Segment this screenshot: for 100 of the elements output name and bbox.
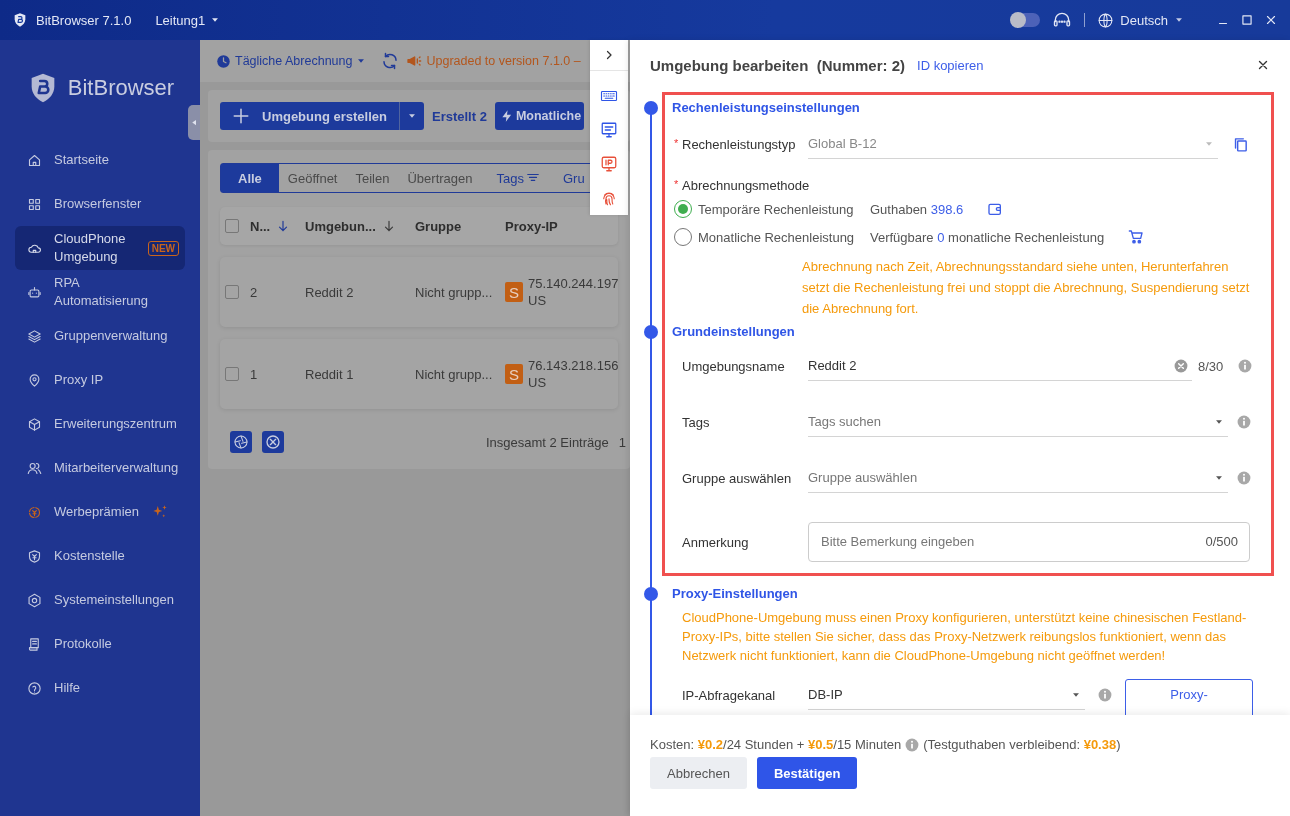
aperture-button[interactable] [230,431,252,453]
ip-monitor-icon[interactable] [600,155,618,174]
copy-id-link[interactable]: ID kopieren [917,57,984,73]
sidebar-item[interactable]: Kostenstelle [15,534,185,578]
monthly-button[interactable]: Monatliche [494,102,585,130]
filter-tab[interactable]: Teilen [346,164,399,192]
required-mark: * [674,177,679,190]
total-count: Insgesamt 2 Einträge [485,434,609,450]
checkbox[interactable] [225,219,239,233]
help-icon [27,680,42,696]
update-notice: Upgraded to version 7.1.0 – [426,54,581,68]
column-header: Proxy-IP [505,218,558,234]
collapse-handle[interactable] [188,105,200,140]
char-counter: 8/30 [1198,358,1224,374]
robot-icon [27,284,42,300]
info-icon [905,738,920,752]
sidebar-item[interactable]: Proxy IP [15,358,185,402]
section-heading: Proxy-Einstellungen [672,586,798,601]
field-label: IP-Abfragekanal [682,687,776,703]
home-icon [27,152,42,168]
workspace-menu[interactable]: Leitung1 [155,12,221,28]
close-icon[interactable] [1264,13,1278,27]
location-pin-icon [27,372,42,388]
clear-icon[interactable] [1174,359,1188,373]
filter-tab[interactable]: Übertragen [398,164,482,192]
required-mark: * [674,136,679,149]
filter-tab[interactable]: Alle [221,164,279,192]
caret-icon [189,118,199,127]
sidebar-item[interactable]: Browserfenster [15,182,185,226]
sidebar-item[interactable]: Hilfe [15,666,185,710]
confirm-button[interactable]: Bestätigen [756,757,858,789]
filter-link[interactable]: Gru [562,164,585,192]
section-heading: Grundeinstellungen [672,324,795,339]
field-label: Rechenleistungstyp [682,136,796,152]
page-number[interactable]: 1 [618,434,626,450]
sidebar-item[interactable]: RPA Automatisierung [15,270,185,314]
cost-text: Kosten: ¥0.2/24 Stunden + ¥0.5/15 Minuten [650,736,902,754]
fingerprint-icon[interactable] [600,189,618,207]
cancel-button[interactable]: Abbrechen [650,757,747,789]
coin-icon [27,504,42,520]
table-cell-text: 2 [250,284,259,300]
proxy-badge: S [505,364,523,384]
created-count: Erstellt 2 [431,108,487,124]
billing-menu[interactable]: Tägliche Abrechnung [216,53,367,69]
filter-tab[interactable]: Geöffnet [278,164,347,192]
globe-icon [1097,11,1115,29]
column-header: Umgebun... [305,218,376,234]
checkbox[interactable] [225,367,239,381]
field-label: Umgebungsname [682,358,785,374]
info-text: Verfügbare 0 monatliche Rechenleistung [870,229,1105,245]
close-circle-icon [265,434,281,450]
section-heading: Rechenleistungseinstellungen [672,100,860,115]
new-badge: NEW [147,240,179,256]
language-menu[interactable]: Deutsch [1097,11,1184,29]
sidebar-item[interactable]: Startseite [15,138,185,182]
table-cell-text: Reddit 2 [305,284,355,300]
table-cell-text: Reddit 1 [305,366,355,382]
dialog-title: Umgebung bearbeiten (Nummer: 2) [650,56,906,74]
aperture-icon [233,434,249,450]
settings-icon [27,592,42,608]
checkbox[interactable] [225,285,239,299]
refresh-icon[interactable] [381,52,400,70]
clock-icon [216,53,231,69]
sidebar-item[interactable]: Systemeinstellungen [15,578,185,622]
table-cell-text: Nicht grupp... [415,366,494,382]
select-field[interactable]: Tags suchen [808,407,1228,437]
plus-icon [232,107,250,125]
char-counter: 0/500 [1205,534,1238,549]
monitor-icon[interactable] [600,121,618,140]
people-icon [27,460,42,476]
cube-icon [27,416,42,432]
wallet-icon[interactable] [987,201,1004,217]
table-cell-text: 1 [250,366,259,382]
sidebar-item[interactable]: Werbeprämien [15,490,185,534]
grid-icon [27,196,42,212]
cart-icon[interactable] [1128,229,1145,245]
sidebar-item[interactable]: Protokolle [15,622,185,666]
cancel-button[interactable] [262,431,284,453]
select-field[interactable]: Gruppe auswählen [808,463,1228,493]
billing-note: Abrechnung nach Zeit, Abrechnungsstandard siehe unten, Herunterfahren setzt die Rechenleistung frei und stoppt die Abrechnung, Suspendierung setzt die Abrechnung fort. [802,258,1251,318]
radio-option[interactable]: Monatliche Rechenleistung [674,228,856,246]
filter-link[interactable]: Tags [487,164,549,192]
select-field[interactable]: DB-IP [808,680,1085,710]
shield-icon [27,548,42,564]
table-cell: 75.140.244.197 US [528,275,619,309]
sidebar-item[interactable]: Erweiterungszentrum [15,402,185,446]
field-label: Anmerkung [682,534,749,550]
create-button[interactable]: Umgebung erstellen [220,102,424,130]
radio-option[interactable]: Temporäre Rechenleistung [674,200,856,218]
column-header: N... [250,218,271,234]
sidebar-item[interactable]: Mitarbeiterverwaltung [15,446,185,490]
sidebar-item[interactable]: CloudPhone Umgebung NEW [15,226,185,270]
theme-switch[interactable] [1012,13,1041,27]
warning-text: CloudPhone-Umgebung muss einen Proxy konfigurieren, unterstützt keine chinesischen Festland-Proxy-IPs, bitte stellen Sie sicher, dass das Proxy-Netzwerk reibungslos funktioniert, wenn das Netzwerk nicht funktioniert, kann die CloudPhone-Umgebung nicht geöffnet werden! [682,609,1248,665]
close-icon[interactable] [1256,58,1270,72]
maximize-icon[interactable] [1240,13,1254,27]
cost-note: (Testguthaben verbleibend: ¥0.38) [923,736,1121,754]
column-header: Gruppe [415,218,462,234]
sidebar-item[interactable]: Gruppenverwaltung [15,314,185,358]
proxy-check-button[interactable]: Proxy- [1125,679,1253,715]
